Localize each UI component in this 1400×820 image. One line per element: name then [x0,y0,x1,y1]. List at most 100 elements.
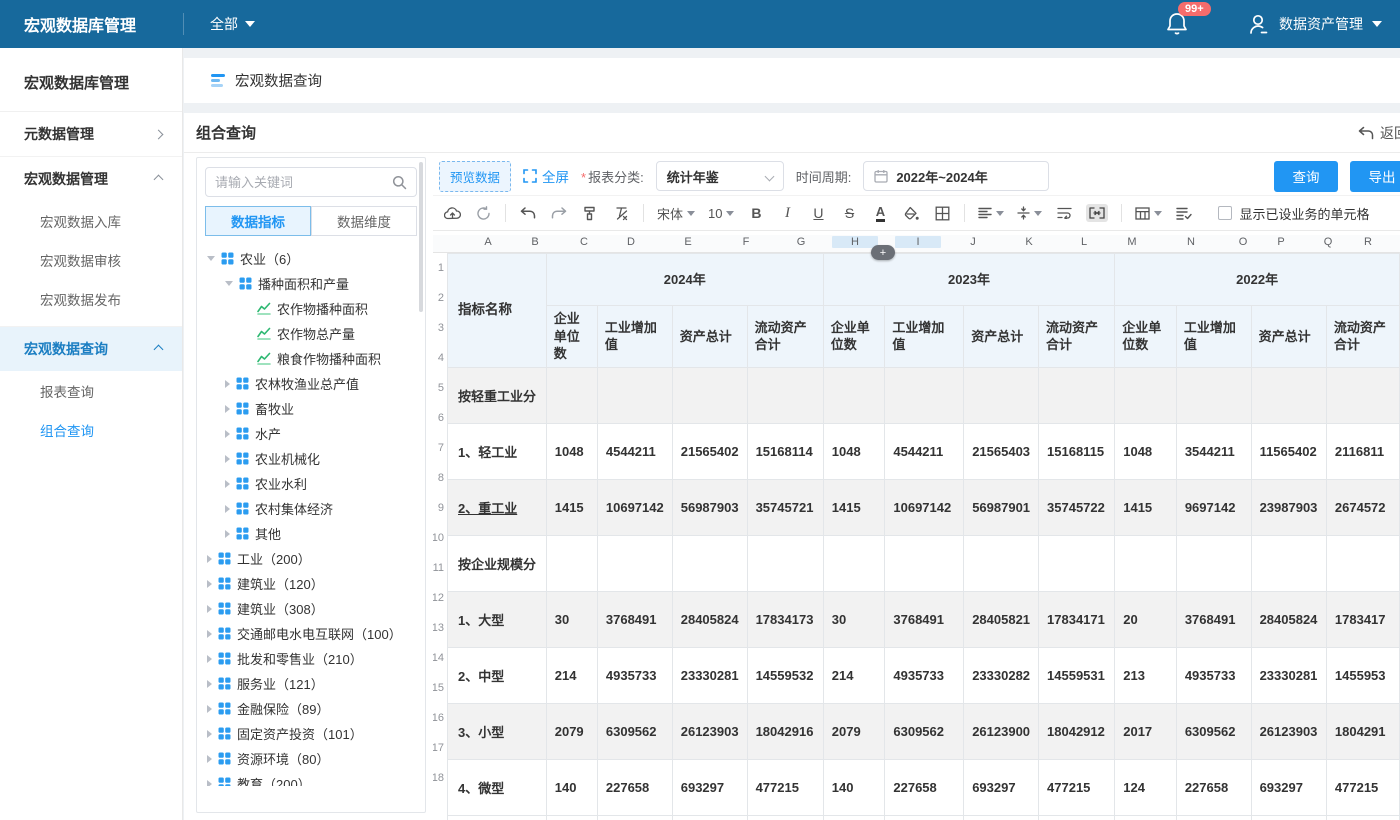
value-cell[interactable]: 693297 [672,759,747,815]
borders-icon[interactable] [933,204,951,222]
sidebar-subitem-data-review[interactable]: 宏观数据审核 [0,240,182,279]
section-label-cell[interactable]: 按企业规模分 [448,535,547,591]
underline-icon[interactable]: U [809,204,827,222]
bold-icon[interactable]: B [747,204,765,222]
caret-closed-icon[interactable] [207,580,212,588]
value-cell[interactable] [597,815,672,820]
section-label-cell[interactable]: 按轻重工业分 [448,367,547,423]
value-cell[interactable] [1251,367,1326,423]
value-cell[interactable]: 214 [546,647,597,703]
value-cell[interactable] [1176,367,1251,423]
caret-closed-icon[interactable] [207,630,212,638]
caret-closed-icon[interactable] [207,780,212,787]
undo-icon[interactable] [519,204,537,222]
caret-closed-icon[interactable] [207,680,212,688]
value-cell[interactable]: 10697142 [597,479,672,535]
column-letter[interactable]: F [736,236,756,248]
value-cell[interactable] [1115,815,1177,820]
tree-node[interactable]: 资源环境（80） [197,746,425,771]
column-letter[interactable]: D [621,236,641,248]
value-cell[interactable] [546,815,597,820]
value-cell[interactable]: 2116811 [1326,423,1399,479]
value-cell[interactable]: 17834171 [1039,591,1115,647]
strikethrough-icon[interactable]: S [840,204,858,222]
row-number[interactable]: 13 [433,613,445,643]
row-number[interactable]: 11 [433,553,445,583]
clear-format-icon[interactable] [612,204,630,222]
value-cell[interactable]: 1804291 [1326,703,1399,759]
row-label-cell[interactable]: 4、微型 [448,759,547,815]
tree-node[interactable]: 建筑业（308） [197,596,425,621]
caret-open-icon[interactable] [207,256,215,261]
column-letter[interactable]: R [1358,236,1378,248]
value-cell[interactable] [1176,535,1251,591]
value-cell[interactable] [1326,367,1399,423]
value-cell[interactable] [1176,815,1251,820]
tree-node[interactable]: 其他 [197,521,425,546]
tree-scrollbar[interactable] [419,162,423,312]
caret-closed-icon[interactable] [225,455,230,463]
tree-node[interactable]: 水产 [197,421,425,446]
value-cell[interactable]: 14559532 [747,647,823,703]
header-metric[interactable]: 资产总计 [964,306,1039,368]
value-cell[interactable]: 56987903 [672,479,747,535]
format-painter-icon[interactable] [581,204,599,222]
tree-node[interactable]: 播种面积和产量 [197,271,425,296]
value-cell[interactable]: 477215 [1039,759,1115,815]
value-cell[interactable]: 23330281 [672,647,747,703]
value-cell[interactable]: 4544211 [597,423,672,479]
caret-closed-icon[interactable] [225,405,230,413]
value-cell[interactable]: 1048 [1115,423,1177,479]
caret-closed-icon[interactable] [207,705,212,713]
value-cell[interactable] [964,367,1039,423]
redo-icon[interactable] [550,204,568,222]
row-number[interactable]: 17 [433,733,445,763]
header-metric[interactable]: 企业单位数 [546,306,597,368]
tree-node[interactable]: 粮食作物播种面积 [197,346,425,371]
value-cell[interactable] [747,815,823,820]
tree-node[interactable]: 固定资产投资（101） [197,721,425,746]
column-letter[interactable]: L [1074,236,1094,248]
value-cell[interactable] [672,535,747,591]
value-cell[interactable]: 1455953 [1326,647,1399,703]
caret-closed-icon[interactable] [225,380,230,388]
value-cell[interactable]: 693297 [1251,759,1326,815]
sidebar-subitem-data-in[interactable]: 宏观数据入库 [0,201,182,240]
value-cell[interactable] [1326,815,1399,820]
value-cell[interactable] [1115,367,1177,423]
value-cell[interactable]: 6309562 [885,703,964,759]
column-letter[interactable]: S [1396,236,1400,248]
value-cell[interactable]: 30 [823,591,885,647]
row-label-cell[interactable]: 1、轻工业 [448,423,547,479]
row-label-cell[interactable] [448,815,547,820]
header-metric[interactable]: 工业增加值 [1176,306,1251,368]
row-number[interactable]: 18 [433,763,445,793]
value-cell[interactable]: 3544211 [1176,423,1251,479]
value-cell[interactable]: 20 [1115,591,1177,647]
row-number[interactable]: 10 [433,523,445,553]
column-letter[interactable]: N [1181,236,1201,248]
value-cell[interactable] [672,815,747,820]
value-cell[interactable]: 124 [1115,759,1177,815]
sidebar-subitem-data-publish[interactable]: 宏观数据发布 [0,279,182,318]
value-cell[interactable] [597,367,672,423]
header-metric[interactable]: 资产总计 [672,306,747,368]
value-cell[interactable] [823,535,885,591]
value-cell[interactable] [964,815,1039,820]
tree-node[interactable]: 服务业（121） [197,671,425,696]
value-cell[interactable] [1039,815,1115,820]
column-letter[interactable]: M [1122,236,1142,248]
value-cell[interactable]: 17834173 [747,591,823,647]
value-cell[interactable] [885,815,964,820]
column-letter[interactable]: P [1271,236,1291,248]
caret-closed-icon[interactable] [225,530,230,538]
save-cloud-icon[interactable] [443,204,461,222]
value-cell[interactable]: 3768491 [885,591,964,647]
sidebar-item-macro-manage[interactable]: 宏观数据管理 [0,157,182,201]
value-cell[interactable]: 2674572 [1326,479,1399,535]
row-number[interactable]: 5 [433,373,445,403]
column-letter[interactable]: K [1019,236,1039,248]
value-cell[interactable]: 30 [546,591,597,647]
tree-node[interactable]: 教育（200） [197,771,425,786]
value-cell[interactable] [546,367,597,423]
